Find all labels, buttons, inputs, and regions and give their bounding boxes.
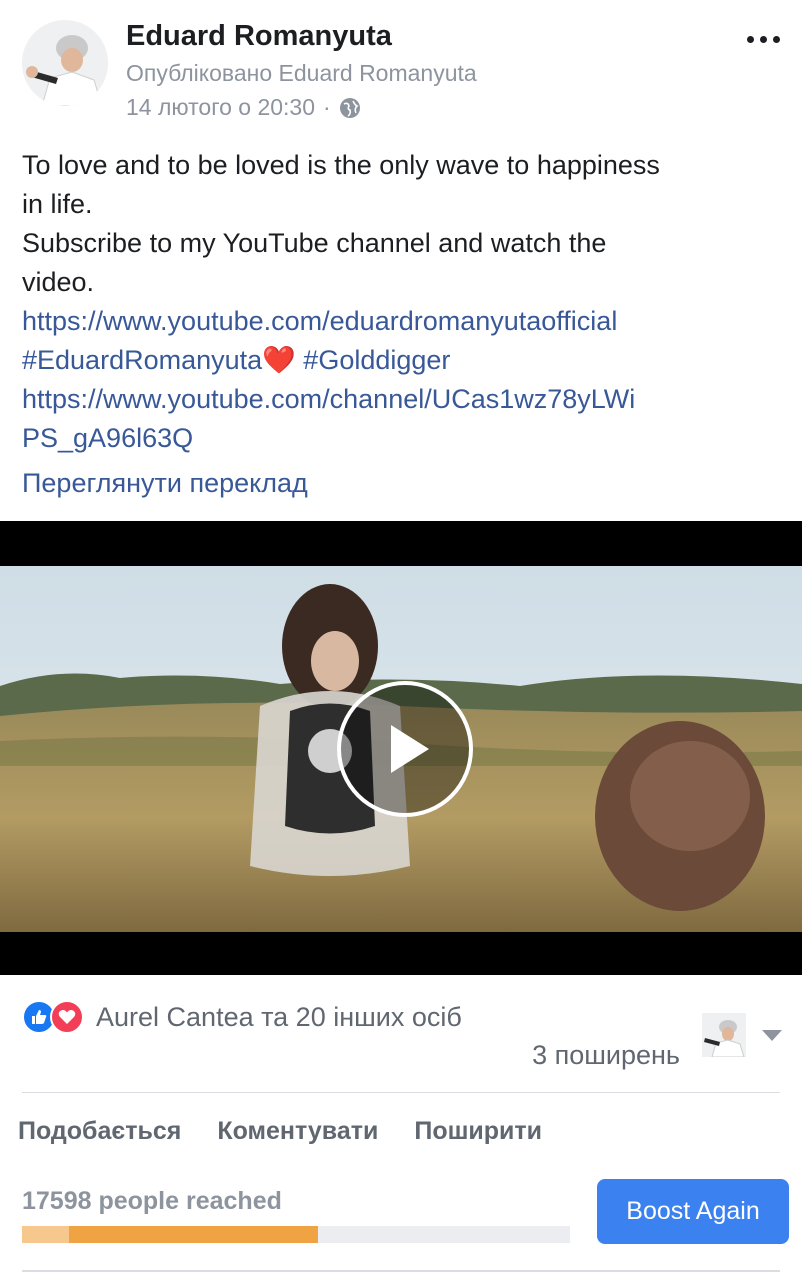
post-meta: 14 лютого о 20:30 · bbox=[126, 94, 361, 121]
youtube-link-2[interactable]: https://www.youtube.com/channel/UCas1wz7… bbox=[22, 380, 792, 419]
post-text-line: To love and to be loved is the only wave… bbox=[22, 150, 660, 180]
see-translation-link[interactable]: Переглянути переклад bbox=[22, 468, 308, 499]
post-text-line: in life. bbox=[22, 189, 93, 219]
share-button[interactable]: Поширити bbox=[414, 1117, 542, 1146]
post-timestamp[interactable]: 14 лютого о 20:30 bbox=[126, 94, 315, 121]
hashtag-line: #EduardRomanyuta❤️ #Golddigger bbox=[22, 341, 792, 380]
reach-bar bbox=[22, 1226, 570, 1243]
meta-separator: · bbox=[323, 94, 331, 120]
love-reaction-icon bbox=[50, 1000, 84, 1034]
author-avatar[interactable] bbox=[22, 20, 108, 106]
post-header: Eduard Romanyuta Опубліковано Eduard Rom… bbox=[0, 0, 802, 140]
reactors-text: Aurel Cantea та 20 інших осіб bbox=[96, 1001, 462, 1032]
published-by[interactable]: Опубліковано Eduard Romanyuta bbox=[126, 60, 477, 87]
author-name[interactable]: Eduard Romanyuta bbox=[126, 20, 392, 53]
audience-dropdown-icon[interactable] bbox=[762, 1030, 782, 1041]
people-reached[interactable]: 17598 people reached bbox=[22, 1187, 282, 1216]
post-text-line: video. bbox=[22, 267, 95, 297]
more-dot bbox=[773, 36, 780, 43]
reach-bar-organic bbox=[22, 1226, 69, 1243]
comment-button[interactable]: Коментувати bbox=[217, 1117, 378, 1146]
youtube-link-2-cont[interactable]: PS_gA96l63Q bbox=[22, 419, 792, 458]
hashtag-eduardromanyuta[interactable]: #EduardRomanyuta bbox=[22, 345, 262, 375]
youtube-link-1[interactable]: https://www.youtube.com/eduardromanyutao… bbox=[22, 302, 792, 341]
boost-again-button[interactable]: Boost Again bbox=[597, 1179, 789, 1244]
bottom-divider bbox=[22, 1270, 780, 1272]
like-button[interactable]: Подобається bbox=[18, 1117, 181, 1146]
heart-emoji: ❤️ bbox=[262, 345, 296, 375]
post-body: To love and to be loved is the only wave… bbox=[22, 146, 792, 458]
play-icon bbox=[391, 725, 429, 773]
page-avatar[interactable] bbox=[702, 1013, 746, 1057]
more-options-icon[interactable] bbox=[747, 36, 780, 43]
shares-count[interactable]: 3 поширень bbox=[532, 1040, 680, 1071]
globe-icon bbox=[339, 97, 360, 118]
post-actions: Подобається Коментувати Поширити bbox=[18, 1117, 542, 1146]
more-dot bbox=[760, 36, 767, 43]
hashtag-golddigger[interactable]: #Golddigger bbox=[303, 345, 450, 375]
divider bbox=[22, 1092, 780, 1093]
post-text-line: Subscribe to my YouTube channel and watc… bbox=[22, 228, 607, 258]
reach-bar-paid bbox=[68, 1226, 318, 1243]
play-button[interactable] bbox=[337, 681, 473, 817]
more-dot bbox=[747, 36, 754, 43]
reactions-summary[interactable]: Aurel Cantea та 20 інших осіб bbox=[22, 1000, 462, 1034]
